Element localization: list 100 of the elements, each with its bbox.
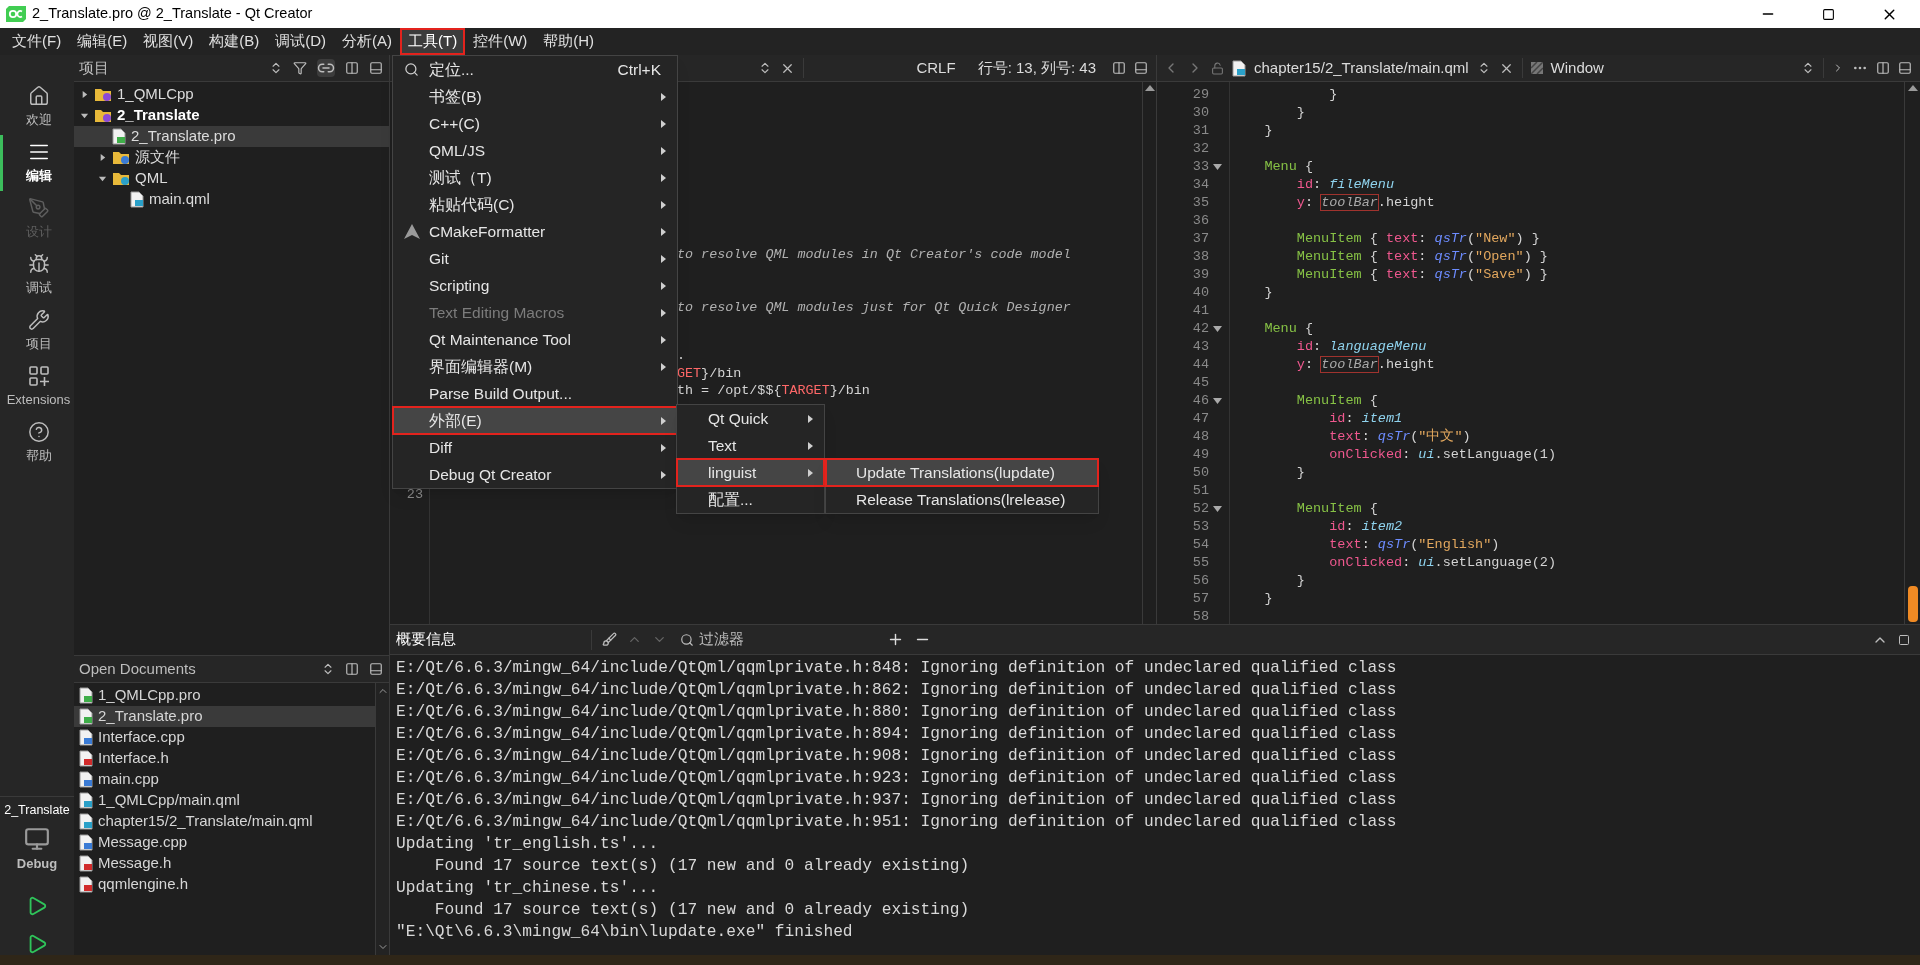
code-line: th = /opt/$${TARGET}/bin xyxy=(677,382,870,400)
document-item[interactable]: 2_Translate.pro xyxy=(74,706,375,727)
menu-bar-item[interactable]: 控件(W) xyxy=(467,30,534,53)
maximize-icon[interactable] xyxy=(1822,7,1835,21)
document-item[interactable]: 1_QMLCpp/main.qml xyxy=(74,790,375,811)
code-line: } xyxy=(1263,285,1273,300)
dropdown-arrows-icon[interactable] xyxy=(758,61,772,75)
mode-button[interactable]: 帮助 xyxy=(0,415,74,471)
menu-item[interactable]: 界面编辑器(M) xyxy=(393,353,677,380)
fold-marker-icon[interactable] xyxy=(1213,505,1222,513)
document-item[interactable]: Message.h xyxy=(74,853,375,874)
menu-bar-item[interactable]: 文件(F) xyxy=(6,30,68,53)
line-number: 42 xyxy=(1192,320,1209,338)
link-icon[interactable] xyxy=(317,59,335,77)
clear-icon[interactable] xyxy=(602,632,617,647)
output-line: "E:\Qt\6.6.3\mingw_64\bin\lupdate.exe" finished xyxy=(396,922,853,943)
target-project-label: 2_Translate xyxy=(0,795,74,820)
monitor-icon[interactable] xyxy=(24,825,50,852)
tree-item[interactable]: 源文件 xyxy=(74,147,389,168)
menu-bar-item[interactable]: 编辑(E) xyxy=(71,30,134,53)
tree-item[interactable]: 2_Translate xyxy=(74,105,389,126)
menu-item[interactable]: C++(C) xyxy=(393,110,677,137)
expand-caret-icon[interactable] xyxy=(98,174,107,183)
tree-item[interactable]: main.qml xyxy=(74,189,389,210)
menu-bar-item[interactable]: 工具(T) xyxy=(402,30,464,53)
menu-item[interactable]: Qt Quick xyxy=(677,405,824,432)
menu-item[interactable]: Debug Qt Creator xyxy=(393,461,677,488)
folder-icon xyxy=(112,171,130,186)
mode-button[interactable]: 项目 xyxy=(0,303,74,359)
menu-bar-item[interactable]: 分析(A) xyxy=(336,30,398,53)
fold-marker-icon[interactable] xyxy=(1213,397,1222,405)
document-item[interactable]: 1_QMLCpp.pro xyxy=(74,685,375,706)
wrench-icon xyxy=(27,308,50,331)
close-panel-icon[interactable] xyxy=(369,61,383,75)
file-selector[interactable]: chapter15/2_Translate/main.qml xyxy=(1254,56,1469,80)
menu-item[interactable]: 粘贴代码(C) xyxy=(393,191,677,218)
zoom-in-icon[interactable] xyxy=(887,631,904,648)
tree-item[interactable]: QML xyxy=(74,168,389,189)
line-ending-label[interactable]: CRLF xyxy=(916,56,956,80)
menu-item[interactable]: Update Translations(lupdate) xyxy=(826,459,1098,486)
code-line: y: toolBar.height xyxy=(1295,195,1435,210)
split-icon[interactable] xyxy=(1112,61,1126,75)
close-panel-icon[interactable] xyxy=(369,662,383,676)
document-item[interactable]: main.cpp xyxy=(74,769,375,790)
expand-caret-icon[interactable] xyxy=(80,111,89,120)
unlocked-icon[interactable] xyxy=(1211,61,1224,75)
menu-item[interactable]: CMakeFormatter xyxy=(393,218,677,245)
menu-item[interactable]: 测试（T) xyxy=(393,164,677,191)
document-item[interactable]: chapter15/2_Translate/main.qml xyxy=(74,811,375,832)
menu-item[interactable]: 书签(B) xyxy=(393,83,677,110)
code-line: id: item1 xyxy=(1328,411,1403,426)
panel-icon[interactable] xyxy=(1898,633,1910,646)
menu-item[interactable]: Qt Maintenance Tool xyxy=(393,326,677,353)
expand-caret-icon[interactable] xyxy=(98,153,107,162)
filter-field[interactable]: 过滤器 xyxy=(699,628,869,651)
menu-bar-item[interactable]: 视图(V) xyxy=(137,30,200,53)
fold-marker-icon[interactable] xyxy=(1213,325,1222,333)
scroll-up-icon[interactable] xyxy=(1144,84,1155,91)
code-line: id: fileMenu xyxy=(1295,177,1395,192)
scrollbar[interactable] xyxy=(1904,82,1920,624)
menu-item[interactable]: Parse Build Output... xyxy=(393,380,677,407)
scrollbar[interactable] xyxy=(1142,82,1156,624)
tree-item[interactable]: 2_Translate.pro xyxy=(74,126,389,147)
scrollbar[interactable] xyxy=(375,683,389,955)
menu-item[interactable]: 外部(E) xyxy=(393,407,677,434)
mode-button[interactable]: Extensions xyxy=(0,359,74,415)
menu-item[interactable]: Text xyxy=(677,432,824,459)
menu-item[interactable]: 定位... Ctrl+K xyxy=(393,56,677,83)
mode-button[interactable]: 欢迎 xyxy=(0,79,74,135)
scroll-up-icon[interactable] xyxy=(1907,84,1918,91)
split-icon[interactable] xyxy=(345,61,359,75)
menu-bar-item[interactable]: 构建(B) xyxy=(203,30,266,53)
menu-item[interactable]: Release Translations(lrelease) xyxy=(826,486,1098,513)
panel-title: 项目 xyxy=(79,57,110,78)
scrollbar-thumb[interactable] xyxy=(1907,586,1918,622)
code-line: onClicked: ui.setLanguage(1) xyxy=(1328,447,1557,462)
menu-bar-item[interactable]: 帮助(H) xyxy=(537,30,601,53)
document-item[interactable]: Interface.cpp xyxy=(74,727,375,748)
line-number: 41 xyxy=(1192,302,1209,320)
menu-item[interactable]: Diff xyxy=(393,434,677,461)
menu-item[interactable]: QML/JS xyxy=(393,137,677,164)
menu-item[interactable]: Git xyxy=(393,245,677,272)
menu-bar-item[interactable]: 调试(D) xyxy=(269,30,332,53)
document-item[interactable]: Interface.h xyxy=(74,748,375,769)
close-split-icon[interactable] xyxy=(1134,61,1148,75)
tree-item[interactable]: 1_QMLCpp xyxy=(74,84,389,105)
document-item[interactable]: qqmlengine.h xyxy=(74,874,375,895)
menu-item[interactable]: Scripting xyxy=(393,272,677,299)
menu-item[interactable]: 配置... xyxy=(677,486,824,513)
close-split-icon[interactable] xyxy=(1898,61,1912,75)
expand-caret-icon[interactable] xyxy=(80,90,89,99)
symbol-selector[interactable]: Window xyxy=(1550,56,1793,80)
filter-icon[interactable] xyxy=(293,61,307,75)
menu-item[interactable]: linguist xyxy=(677,459,824,486)
split-icon[interactable] xyxy=(1876,61,1890,75)
code-line: to resolve QML modules in Qt Creator's code model xyxy=(677,246,1071,264)
mode-button[interactable]: 调试 xyxy=(0,247,74,303)
split-icon[interactable] xyxy=(345,662,359,676)
fold-marker-icon[interactable] xyxy=(1213,163,1222,171)
document-item[interactable]: Message.cpp xyxy=(74,832,375,853)
